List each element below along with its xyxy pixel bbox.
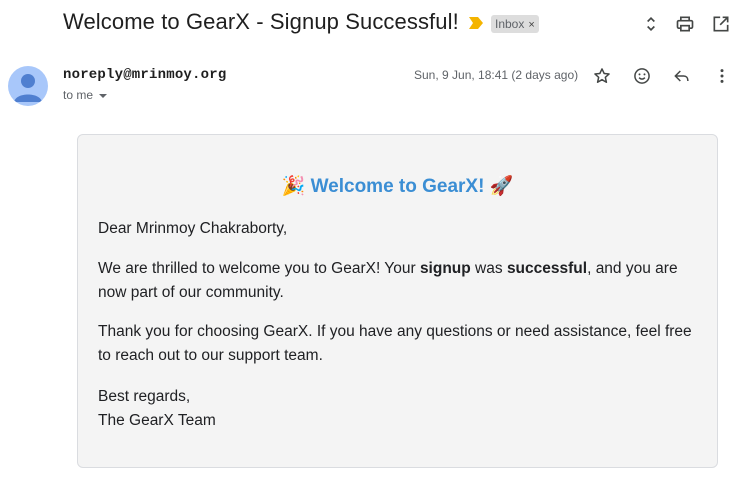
- greeting: Dear Mrinmoy Chakraborty,: [98, 220, 288, 237]
- sender-email[interactable]: noreply@mrinmoy.org: [63, 67, 226, 83]
- emoji-reaction-icon: [634, 68, 650, 84]
- more-vert-icon: [720, 69, 724, 83]
- welcome-paragraph: We are thrilled to welcome you to GearX!…: [98, 257, 708, 305]
- inbox-label-text: Inbox: [495, 17, 525, 31]
- email-subject: Welcome to GearX - Signup Successful!: [63, 9, 459, 34]
- p1-bold-signup: signup: [419, 260, 471, 277]
- rocket-icon: 🚀: [489, 175, 514, 197]
- star-icon: [594, 68, 610, 83]
- expand-collapse-icon: [647, 16, 655, 32]
- more-options-button[interactable]: [711, 65, 733, 87]
- email-body-card: 🎉 Welcome to GearX! 🚀 Dear Mrinmoy Chakr…: [77, 134, 718, 468]
- print-icon: [676, 16, 694, 32]
- sender-avatar[interactable]: [8, 66, 48, 106]
- signature: The GearX Team: [98, 412, 216, 429]
- p1-bold-successful: successful: [506, 260, 588, 277]
- party-popper-icon: 🎉: [281, 175, 306, 197]
- expand-collapse-button[interactable]: [639, 12, 663, 36]
- inbox-label: Inbox ×: [491, 15, 539, 33]
- reply-button[interactable]: [671, 65, 693, 87]
- welcome-heading: 🎉 Welcome to GearX! 🚀: [78, 174, 717, 198]
- signoff: Best regards,: [98, 388, 191, 405]
- recipients-toggle[interactable]: to me: [63, 88, 108, 102]
- open-in-new-window-button[interactable]: [709, 12, 733, 36]
- person-icon: [14, 74, 42, 102]
- message-date: Sun, 9 Jun, 18:41 (2 days ago): [414, 68, 579, 82]
- chevron-down-icon: [99, 93, 108, 98]
- support-paragraph: Thank you for choosing GearX. If you hav…: [98, 323, 692, 364]
- p1-text-a: We are thrilled to welcome you to GearX!…: [98, 260, 420, 277]
- open-in-new-window-icon: [713, 16, 729, 32]
- important-marker-icon[interactable]: [469, 17, 483, 29]
- subject-row: Welcome to GearX - Signup Successful! In…: [0, 0, 745, 48]
- add-reaction-button[interactable]: [631, 65, 653, 87]
- print-button[interactable]: [673, 12, 697, 36]
- reply-icon: [674, 70, 689, 82]
- p1-text-c: was: [470, 260, 507, 277]
- welcome-heading-text: Welcome to GearX!: [310, 176, 485, 197]
- recipients-text: to me: [63, 88, 94, 102]
- remove-label-icon[interactable]: ×: [528, 19, 534, 31]
- star-button[interactable]: [591, 65, 613, 87]
